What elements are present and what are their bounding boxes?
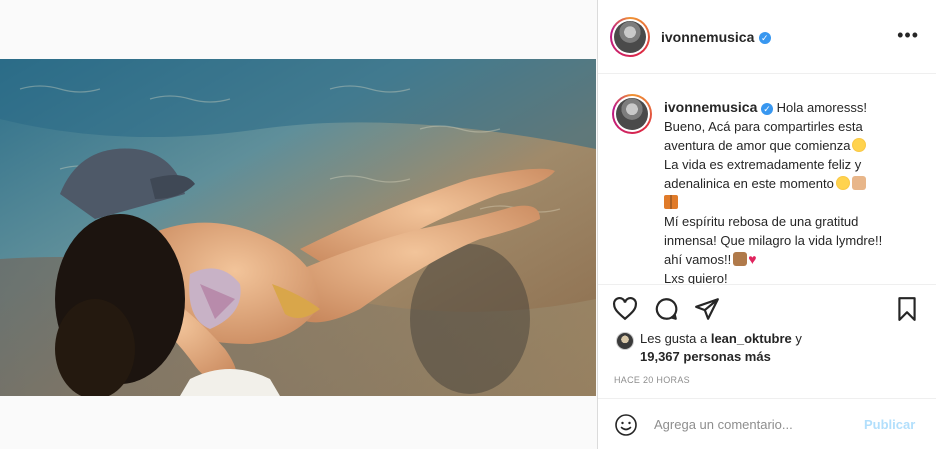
post-photo[interactable] <box>0 59 596 396</box>
caption-line: aventura de amor que comienza <box>664 138 851 153</box>
heart-outline-icon[interactable] <box>612 296 638 322</box>
caption-line: Hola amoresss! <box>776 100 867 115</box>
caption-text: ivonnemusica ✓ Hola amoresss! Bueno, Acá… <box>664 98 924 284</box>
caption-line: inmensa! Que milagro la vida lymdre!! <box>664 233 883 248</box>
header-avatar[interactable] <box>610 17 650 57</box>
profile-picture <box>614 21 646 53</box>
instagram-post-page: ivonnemusica ✓ ••• ivonnemusica ✓ Hola a… <box>0 0 936 449</box>
caption-line: La vida es extremadamente feliz y <box>664 157 862 172</box>
caption-avatar[interactable] <box>612 94 652 134</box>
verified-check-icon: ✓ <box>758 31 771 44</box>
emoji-smiley-icon[interactable] <box>614 413 638 437</box>
action-bar <box>598 296 936 322</box>
post-timestamp[interactable]: HACE 20 HORAS <box>614 375 690 385</box>
caption-line: adenalinica en este momento <box>664 176 834 191</box>
flexed-biceps-icon <box>733 252 748 266</box>
butterfly-icon <box>664 195 678 209</box>
post-header: ivonnemusica ✓ ••• <box>598 0 936 74</box>
comment-input[interactable] <box>654 411 854 437</box>
caption-line: ahí vamos!! <box>664 252 732 267</box>
publish-button[interactable]: Publicar <box>864 417 915 432</box>
caption-line: Mí espíritu rebosa de una gratitud <box>664 214 859 229</box>
profile-picture <box>616 98 648 130</box>
likes-count[interactable]: 19,367 personas más <box>640 348 771 366</box>
post-side-panel: ivonnemusica ✓ ••• ivonnemusica ✓ Hola a… <box>597 0 936 449</box>
likes-prefix: Les gusta a <box>640 331 711 346</box>
smiling-face-with-hearts-icon <box>835 176 850 190</box>
caption-line: Lxs quiero! <box>664 271 728 284</box>
verified-check-icon: ✓ <box>761 102 773 115</box>
divider <box>598 284 936 285</box>
header-username[interactable]: ivonnemusica <box>661 29 754 45</box>
caption-username[interactable]: ivonnemusica <box>664 99 757 115</box>
more-options-icon[interactable]: ••• <box>897 26 919 44</box>
raising-hands-icon <box>851 176 866 190</box>
liker-avatar[interactable] <box>616 332 634 350</box>
bookmark-icon[interactable] <box>894 296 920 322</box>
caption-line: Bueno, Acá para compartirles esta <box>664 119 863 134</box>
paper-plane-icon[interactable] <box>694 296 720 322</box>
likes-line: Les gusta a lean_oktubre y <box>640 330 802 348</box>
caption-block: ivonnemusica ✓ Hola amoresss! Bueno, Acá… <box>612 94 932 284</box>
red-heart-icon: ♥ <box>748 251 757 267</box>
speech-bubble-icon[interactable] <box>653 296 679 322</box>
liker-username[interactable]: lean_oktubre <box>711 331 792 346</box>
comment-composer: Publicar <box>598 399 936 449</box>
header-username-row: ivonnemusica ✓ <box>661 29 771 47</box>
photo-beach-illustration <box>0 59 596 396</box>
smiling-face-with-heart-eyes-icon <box>852 138 867 152</box>
likes-connector: y <box>791 331 802 346</box>
